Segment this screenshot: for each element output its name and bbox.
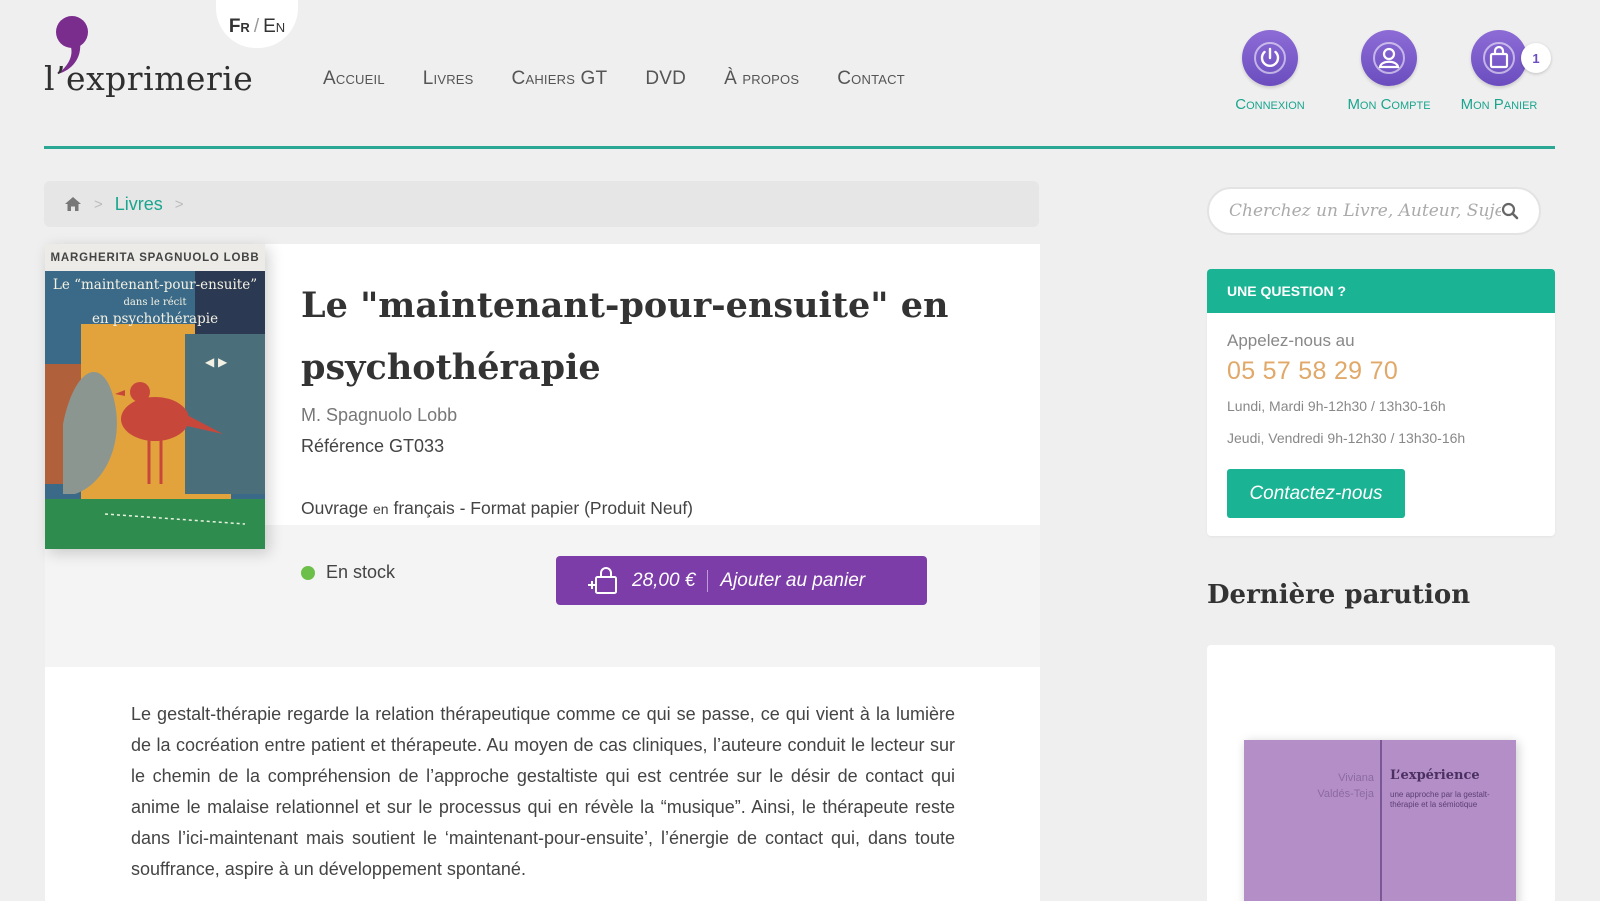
logo-text: l’exprimerie	[44, 59, 254, 98]
breadcrumb-separator-icon: >	[174, 195, 184, 213]
my-cart-label: Mon Panier	[1460, 96, 1538, 113]
latest-cover-subtitle: une approche par la gestalt-thérapie et …	[1390, 790, 1490, 809]
cover-title: Le “maintenant-pour-ensuite” dans le réc…	[45, 277, 265, 328]
nav-livres[interactable]: Livres	[423, 68, 474, 90]
call-us-label: Appelez-nous au	[1227, 331, 1355, 350]
nav-dvd[interactable]: DVD	[645, 68, 686, 90]
home-icon[interactable]	[64, 196, 82, 212]
search-input[interactable]	[1229, 201, 1501, 221]
latest-cover-title: L’expérience	[1390, 768, 1480, 783]
question-heading: UNE QUESTION ?	[1207, 269, 1555, 313]
breadcrumb-separator-icon: >	[94, 195, 103, 213]
product-reference: Référence GT033	[301, 436, 445, 456]
latest-cover-author-line: Viviana	[1338, 772, 1374, 784]
search-icon[interactable]	[1501, 202, 1519, 220]
user-icon	[1361, 30, 1417, 86]
product-price: 28,00 €	[632, 569, 696, 591]
login-button[interactable]: Connexion	[1215, 30, 1325, 113]
add-to-cart-label: Ajouter au panier	[720, 569, 866, 591]
lang-fr[interactable]: Fr	[229, 16, 250, 38]
question-box: UNE QUESTION ? Appelez-nous au 05 57 58 …	[1207, 269, 1555, 536]
add-to-cart-button[interactable]: 28,00 € Ajouter au panier	[556, 556, 927, 605]
latest-cover-author-line: Valdés-Teja	[1317, 788, 1374, 800]
product-description: Le gestalt-thérapie regarde la relation …	[131, 704, 955, 879]
book-cover[interactable]: ◀ ▶ MARGHERITA SPAGNUOLO LOBB Le “mainte…	[45, 244, 265, 549]
product-format: Ouvrage en français - Format papier (Pro…	[301, 498, 693, 519]
lang-en[interactable]: En	[263, 16, 285, 38]
header-divider	[44, 146, 1555, 149]
phone-number[interactable]: 05 57 58 29 70	[1227, 357, 1535, 386]
stock-status: En stock	[301, 562, 395, 583]
latest-book-cover[interactable]: Viviana Valdés-Teja L’expérience une app…	[1244, 740, 1516, 901]
login-label: Connexion	[1235, 96, 1305, 113]
stock-label: En stock	[326, 562, 396, 582]
in-stock-dot-icon	[301, 565, 315, 580]
nav-contact[interactable]: Contact	[837, 68, 905, 90]
cover-rule	[1380, 740, 1382, 901]
main-nav: Accueil Livres Cahiers GT DVD À propos C…	[323, 68, 905, 90]
search-box	[1207, 187, 1541, 235]
lang-separator: /	[253, 16, 260, 37]
power-icon	[1242, 30, 1298, 86]
breadcrumb: > Livres >	[44, 181, 1039, 227]
product-title-line: Le "maintenant-pour-ensuite" en	[301, 285, 949, 326]
my-account-label: Mon Compte	[1347, 96, 1431, 113]
latest-release-heading: Dernière parution	[1207, 580, 1471, 610]
cover-author: MARGHERITA SPAGNUOLO LOBB	[45, 244, 265, 271]
opening-hours: Lundi, Mardi 9h-12h30 / 13h30-16h	[1227, 398, 1446, 414]
svg-text:◀ ▶: ◀ ▶	[205, 355, 228, 369]
product-title-line: psychothérapie	[301, 347, 601, 388]
add-to-cart-icon	[588, 566, 617, 594]
my-account-button[interactable]: Mon Compte	[1334, 30, 1444, 113]
nav-a-propos[interactable]: À propos	[724, 68, 799, 90]
cover-title-line: Le “maintenant-pour-ensuite”	[52, 277, 258, 293]
cover-title-line: dans le récit	[123, 297, 187, 308]
format-text: français - Format papier (Produit Neuf)	[393, 498, 694, 518]
breadcrumb-livres[interactable]: Livres	[115, 194, 163, 215]
format-text: en	[373, 501, 389, 517]
cover-title-line: en psychothérapie	[91, 311, 219, 327]
site-logo[interactable]: l’exprimerie	[44, 10, 253, 100]
product-author[interactable]: M. Spagnuolo Lobb	[301, 405, 457, 426]
format-text: Ouvrage	[301, 498, 369, 518]
cart-count-badge: 1	[1521, 43, 1551, 73]
nav-accueil[interactable]: Accueil	[323, 68, 385, 90]
opening-hours: Jeudi, Vendredi 9h-12h30 / 13h30-16h	[1227, 430, 1466, 446]
shopping-bag-icon	[1471, 30, 1527, 86]
button-divider	[707, 569, 709, 592]
contact-us-button[interactable]: Contactez-nous	[1227, 469, 1405, 518]
nav-cahiers-gt[interactable]: Cahiers GT	[512, 68, 608, 90]
product-title: Le "maintenant-pour-ensuite" en psychoth…	[301, 275, 961, 399]
latest-cover-author: Viviana Valdés-Teja	[1314, 770, 1374, 802]
